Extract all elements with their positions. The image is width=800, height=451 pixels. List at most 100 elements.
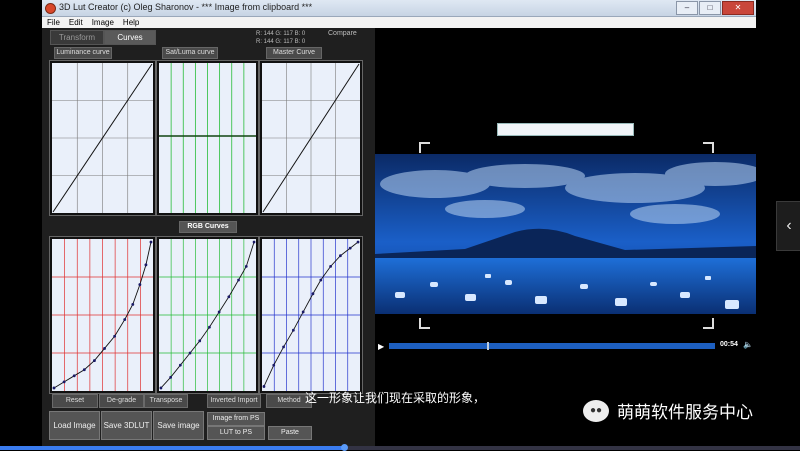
red-curve-svg bbox=[52, 239, 153, 391]
chevron-left-icon[interactable]: ‹ bbox=[776, 201, 800, 251]
sat-luma-curve-graph[interactable] bbox=[157, 61, 258, 215]
save-3dlut-button[interactable]: Save 3DLUT bbox=[101, 411, 152, 440]
master-curve-svg bbox=[262, 63, 360, 213]
blue-curve-point-5 bbox=[311, 292, 315, 296]
green-curve-point-0 bbox=[159, 386, 163, 390]
compare-button[interactable]: Compare bbox=[328, 30, 357, 37]
degrade-button[interactable]: De-grade bbox=[99, 394, 144, 408]
menu-image[interactable]: Image bbox=[92, 17, 114, 28]
green-curve-grid bbox=[159, 239, 256, 391]
blue-curve-svg bbox=[262, 239, 360, 391]
title-bar: 3D Lut Creator (c) Oleg Sharonov - *** I… bbox=[42, 0, 756, 17]
rgb-readout: R: 144 G: 117 B: 0 R: 144 G: 117 B: 0 bbox=[256, 30, 305, 46]
sat-luma-curve-title: Sat/Luma curve bbox=[162, 47, 218, 59]
blue-curve-point-3 bbox=[291, 328, 295, 332]
red-curve-point-0 bbox=[52, 386, 56, 390]
watermark-text: 萌萌软件服务中心 bbox=[617, 403, 753, 423]
red-curve-point-9 bbox=[138, 283, 142, 287]
blue-curve-point-4 bbox=[301, 310, 305, 314]
blue-curve-point-8 bbox=[339, 254, 342, 258]
red-curve-point-1 bbox=[62, 380, 66, 384]
app-window: 3D Lut Creator (c) Oleg Sharonov - *** I… bbox=[42, 0, 756, 450]
seek-bar[interactable] bbox=[389, 342, 715, 350]
red-curve-point-6 bbox=[113, 334, 117, 338]
green-curve-point-6 bbox=[217, 310, 221, 314]
blue-curve-point-7 bbox=[329, 264, 332, 268]
red-curve-grid bbox=[52, 239, 153, 391]
video-progress-bar[interactable] bbox=[0, 444, 800, 451]
wechat-icon: ●● bbox=[583, 399, 609, 422]
green-curve-point-7 bbox=[227, 295, 231, 299]
green-curve-point-3 bbox=[188, 351, 192, 355]
menu-help[interactable]: Help bbox=[123, 17, 139, 28]
close-button[interactable]: ✕ bbox=[722, 1, 754, 15]
blue-curve-point-1 bbox=[272, 363, 276, 367]
frame-corner-top-left bbox=[419, 142, 430, 153]
green-curve-point-1 bbox=[169, 375, 172, 379]
blue-curve-point-0 bbox=[262, 385, 266, 388]
volume-icon[interactable]: 🔈 bbox=[743, 340, 753, 349]
sat-luma-curve-svg bbox=[159, 63, 256, 213]
red-curve-point-11 bbox=[149, 240, 153, 244]
embedded-dialog bbox=[497, 123, 634, 136]
green-curve-point-5 bbox=[208, 325, 211, 329]
save-image-button[interactable]: Save image bbox=[153, 411, 204, 440]
blue-curve-point-6 bbox=[319, 278, 323, 282]
video-subtitle: 这一形象让我们现在采取的形象， bbox=[305, 391, 486, 405]
green-curve-point-2 bbox=[178, 363, 182, 367]
app-icon bbox=[45, 3, 56, 14]
maximize-button[interactable]: □ bbox=[699, 1, 721, 15]
blue-curve-point-9 bbox=[348, 246, 352, 250]
landscape-image bbox=[375, 154, 756, 314]
red-curve-point-4 bbox=[93, 359, 96, 363]
frame-corner-bottom-left bbox=[419, 318, 430, 329]
tab-curves[interactable]: Curves bbox=[104, 30, 156, 45]
inverted-import-button[interactable]: Inverted Import bbox=[207, 394, 261, 408]
paste-button[interactable]: Paste bbox=[268, 426, 312, 440]
rgb-readout-line-2: R: 144 G: 117 B: 0 bbox=[256, 39, 306, 45]
image-from-ps-button[interactable]: Image from PS bbox=[207, 412, 265, 426]
green-curve-point-10 bbox=[252, 240, 256, 244]
luminance-curve-title: Luminance curve bbox=[54, 47, 112, 59]
blue-curve-point-10 bbox=[356, 240, 360, 244]
master-curve-graph[interactable] bbox=[260, 61, 362, 215]
time-label: 00:54 bbox=[720, 341, 738, 348]
video-frame[interactable] bbox=[375, 154, 756, 314]
tab-transform[interactable]: Transform bbox=[50, 30, 104, 45]
watermark: ●● 萌萌软件服务中心 bbox=[583, 398, 753, 423]
video-progress-fill bbox=[0, 446, 344, 450]
seek-handle[interactable] bbox=[486, 342, 489, 350]
green-curve-graph[interactable] bbox=[157, 237, 258, 393]
master-curve-title: Master Curve bbox=[266, 47, 322, 59]
left-letterbox bbox=[0, 0, 42, 450]
green-curve-point-9 bbox=[244, 264, 248, 268]
frame-corner-top-right bbox=[703, 142, 714, 153]
menu-bar: File Edit Image Help bbox=[42, 17, 756, 28]
rgb-readout-line-1: R: 144 G: 117 B: 0 bbox=[256, 31, 306, 37]
reset-button[interactable]: Reset bbox=[52, 394, 98, 408]
menu-file[interactable]: File bbox=[47, 17, 60, 28]
red-curve-point-10 bbox=[144, 263, 148, 267]
minimize-button[interactable]: – bbox=[676, 1, 698, 15]
video-player: ▶ 00:54 🔈 bbox=[375, 28, 756, 450]
window-title: 3D Lut Creator (c) Oleg Sharonov - *** I… bbox=[59, 2, 313, 12]
blue-curve-grid bbox=[262, 239, 360, 391]
frame-corner-bottom-right bbox=[703, 318, 714, 329]
curves-panel: Transform Curves R: 144 G: 117 B: 0 R: 1… bbox=[42, 28, 375, 450]
player-controls: ▶ 00:54 🔈 bbox=[375, 340, 756, 351]
lut-to-ps-button[interactable]: LUT to PS bbox=[207, 426, 265, 440]
menu-edit[interactable]: Edit bbox=[69, 17, 83, 28]
red-curve-graph[interactable] bbox=[50, 237, 155, 393]
transpose-button[interactable]: Transpose bbox=[144, 394, 188, 408]
red-curve-point-8 bbox=[131, 302, 135, 306]
green-curve-svg bbox=[159, 239, 256, 391]
luminance-curve-graph[interactable] bbox=[50, 61, 155, 215]
green-curve-point-4 bbox=[198, 339, 202, 343]
blue-curve-graph[interactable] bbox=[260, 237, 362, 393]
green-curve-point-8 bbox=[237, 278, 240, 282]
load-image-button[interactable]: Load Image bbox=[49, 411, 100, 440]
red-curve-point-5 bbox=[103, 347, 106, 350]
play-icon[interactable]: ▶ bbox=[378, 342, 384, 351]
red-curve-point-3 bbox=[82, 368, 86, 372]
window-controls: – □ ✕ bbox=[676, 1, 754, 15]
